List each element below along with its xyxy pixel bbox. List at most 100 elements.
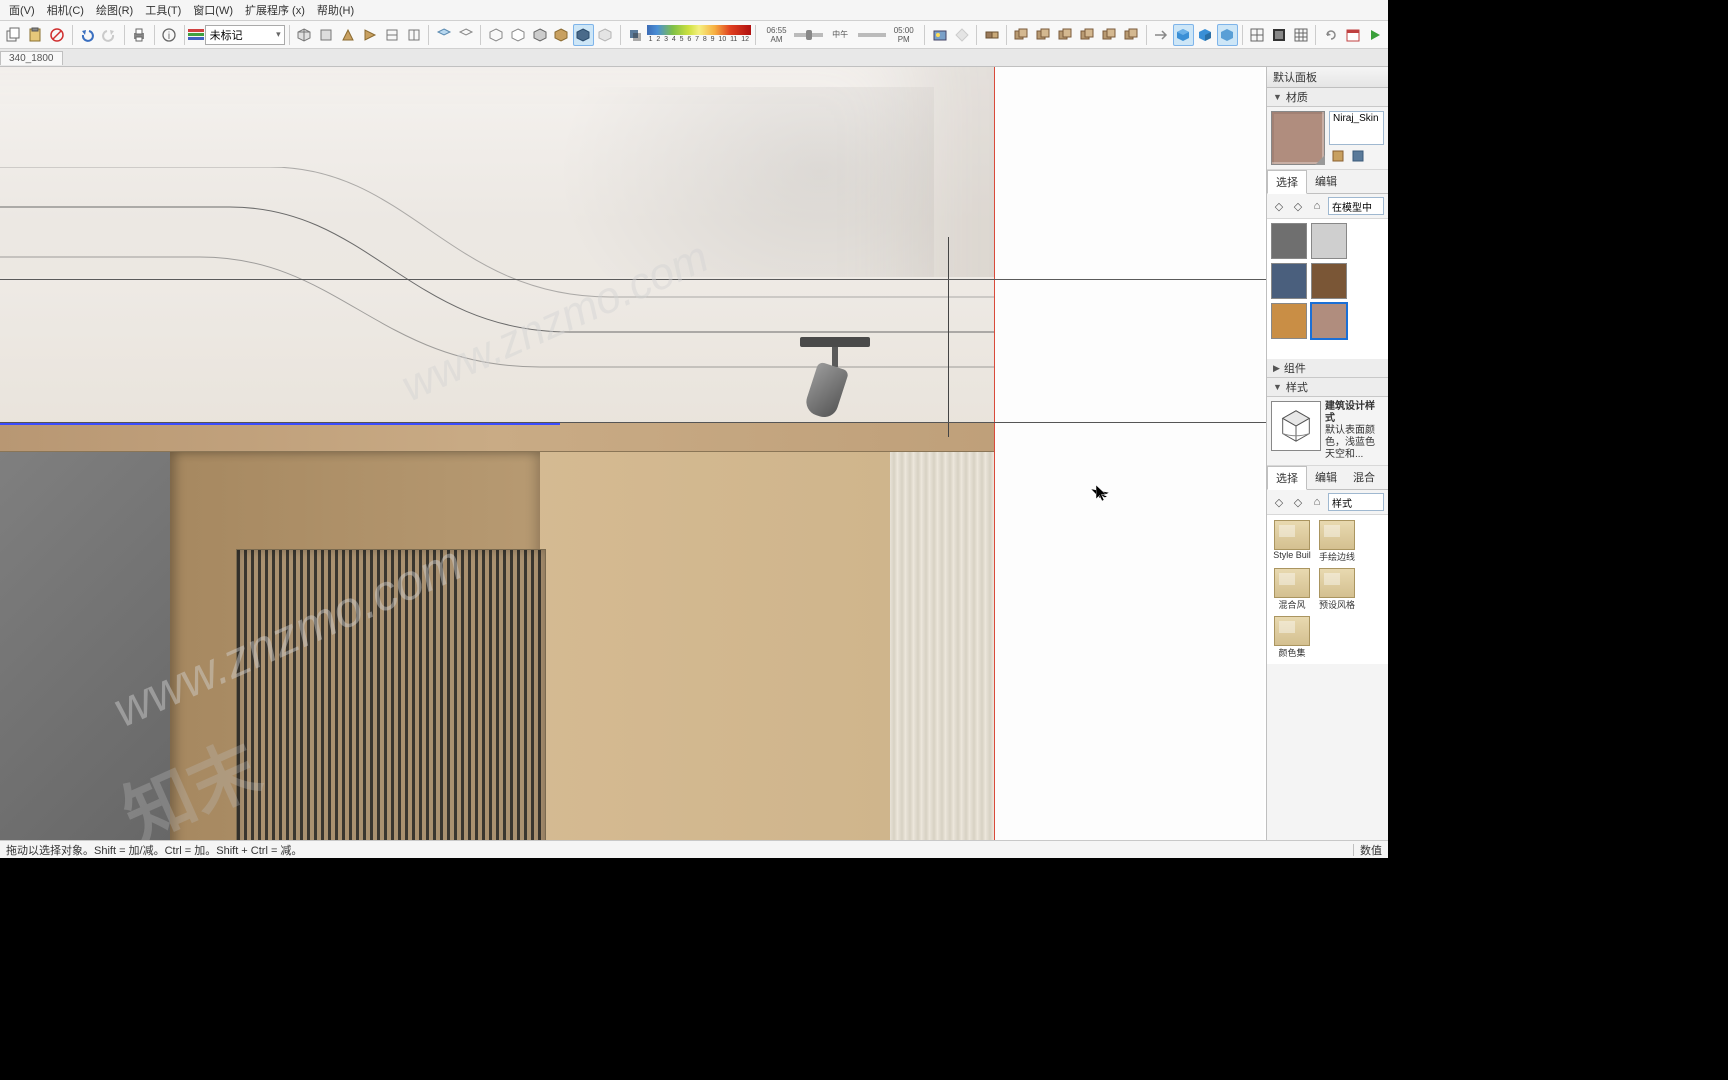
calendar-icon[interactable] — [1342, 24, 1363, 46]
layer-dropdown[interactable]: 未标记 — [205, 25, 285, 45]
group2-icon[interactable] — [1033, 24, 1054, 46]
scene-tabs: 340_1800 — [0, 49, 1388, 67]
style1-icon[interactable] — [433, 24, 454, 46]
top-icon[interactable] — [316, 24, 337, 46]
redo-icon[interactable] — [99, 24, 120, 46]
front-icon[interactable] — [338, 24, 359, 46]
left-icon[interactable] — [403, 24, 424, 46]
menu-extensions[interactable]: 扩展程序 (x) — [239, 0, 311, 20]
material-name-input[interactable]: Niraj_Skin — [1329, 111, 1384, 145]
measurement-label: 数值 — [1360, 842, 1382, 858]
material-swatch[interactable] — [1311, 223, 1347, 259]
grid2-icon[interactable] — [1268, 24, 1289, 46]
tray-title[interactable]: 默认面板 — [1267, 67, 1388, 88]
group1-icon[interactable] — [1011, 24, 1032, 46]
material-swatch[interactable] — [1271, 223, 1307, 259]
shaded-tex-icon[interactable] — [551, 24, 572, 46]
vray-cube3-icon[interactable] — [1217, 24, 1238, 46]
menu-draw[interactable]: 绘图(R) — [90, 0, 139, 20]
menu-window[interactable]: 窗口(W) — [187, 0, 239, 20]
materials-tab-select[interactable]: 选择 — [1267, 170, 1307, 194]
vray-cube2-icon[interactable] — [1195, 24, 1216, 46]
style2-icon[interactable] — [455, 24, 476, 46]
default-tray: 默认面板 ▼材质 Niraj_Skin 选择 编辑 ◇ ◇ ⌂ — [1266, 67, 1388, 840]
right-icon[interactable] — [359, 24, 380, 46]
grid1-icon[interactable] — [1246, 24, 1267, 46]
style-item[interactable]: Style Buil — [1272, 520, 1312, 563]
menu-help[interactable]: 帮助(H) — [311, 0, 360, 20]
print-icon[interactable] — [129, 24, 150, 46]
styles-tab-mix[interactable]: 混合 — [1345, 466, 1383, 489]
comp1-icon[interactable] — [981, 24, 1002, 46]
svg-text:i: i — [168, 31, 170, 42]
time-am-label: 06:55 AM — [760, 26, 793, 44]
app-window: 面(V) 相机(C) 绘图(R) 工具(T) 窗口(W) 扩展程序 (x) 帮助… — [0, 0, 1388, 858]
styles-header[interactable]: ▼样式 — [1267, 378, 1388, 397]
iso-icon[interactable] — [294, 24, 315, 46]
style-library-dropdown[interactable]: 样式 — [1328, 493, 1384, 511]
shaded-icon[interactable] — [529, 24, 550, 46]
group6-icon[interactable] — [1121, 24, 1142, 46]
shadow-time-slider[interactable]: 123456789101112 — [647, 25, 751, 45]
copy-icon[interactable] — [3, 24, 24, 46]
arrow-icon[interactable] — [1151, 24, 1172, 46]
refresh-icon[interactable] — [1320, 24, 1341, 46]
material-swatch[interactable] — [1311, 263, 1347, 299]
play-icon[interactable] — [1364, 24, 1385, 46]
red-axis — [994, 67, 995, 840]
style-item[interactable]: 预设风格 — [1317, 568, 1357, 611]
date-slider[interactable] — [858, 33, 886, 37]
components-header[interactable]: ▶组件 — [1267, 359, 1388, 378]
home-icon[interactable]: ⌂ — [1309, 494, 1325, 510]
info-icon[interactable]: i — [159, 24, 180, 46]
material-swatch[interactable] — [1271, 263, 1307, 299]
materials-tab-edit[interactable]: 编辑 — [1307, 170, 1345, 193]
nav-back-icon[interactable]: ◇ — [1271, 198, 1287, 214]
hidden-line-icon[interactable] — [507, 24, 528, 46]
viewport[interactable]: www.znzmo.com www.znzmo.com 知末 — [0, 67, 1266, 840]
vray-cube1-icon[interactable] — [1173, 24, 1194, 46]
group5-icon[interactable] — [1099, 24, 1120, 46]
menu-tools[interactable]: 工具(T) — [139, 0, 187, 20]
menu-view[interactable]: 面(V) — [3, 0, 41, 20]
monochrome-icon[interactable] — [573, 24, 594, 46]
materials-header[interactable]: ▼材质 — [1267, 88, 1388, 107]
material-preview[interactable] — [1271, 111, 1325, 165]
menu-camera[interactable]: 相机(C) — [41, 0, 90, 20]
nav-back-icon[interactable]: ◇ — [1271, 494, 1287, 510]
material-swatch-selected[interactable] — [1311, 303, 1347, 339]
status-hint: 拖动以选择对象。Shift = 加/减。Ctrl = 加。Shift + Ctr… — [6, 842, 302, 858]
material-swatch[interactable] — [1271, 303, 1307, 339]
cursor-icon — [1096, 485, 1108, 503]
paste-icon[interactable] — [25, 24, 46, 46]
scene-tab[interactable]: 340_1800 — [0, 51, 63, 65]
render2-icon[interactable] — [951, 24, 972, 46]
nav-fwd-icon[interactable]: ◇ — [1290, 198, 1306, 214]
styles-tab-edit[interactable]: 编辑 — [1307, 466, 1345, 489]
create-material-icon[interactable] — [1329, 147, 1347, 165]
undo-icon[interactable] — [77, 24, 98, 46]
shadow-icon[interactable] — [625, 24, 646, 46]
styles-tab-select[interactable]: 选择 — [1267, 466, 1307, 490]
nav-fwd-icon[interactable]: ◇ — [1290, 494, 1306, 510]
default-material-icon[interactable] — [1349, 147, 1367, 165]
style-item[interactable]: 手绘边线 — [1317, 520, 1357, 563]
style-grid: Style Buil 手绘边线 混合风 预设风格 颜色集 — [1267, 515, 1388, 664]
style-description: 建筑设计样式 默认表面颜色，浅蓝色天空和... — [1325, 401, 1384, 461]
xray-icon[interactable] — [595, 24, 616, 46]
wireframe-icon[interactable] — [485, 24, 506, 46]
style-item[interactable]: 混合风 — [1272, 568, 1312, 611]
material-swatches — [1267, 219, 1388, 359]
group3-icon[interactable] — [1055, 24, 1076, 46]
home-icon[interactable]: ⌂ — [1309, 198, 1325, 214]
time-slider[interactable] — [794, 33, 822, 37]
back-icon[interactable] — [381, 24, 402, 46]
cancel-icon[interactable] — [47, 24, 68, 46]
style-item[interactable]: 颜色集 — [1272, 616, 1312, 659]
status-bar: 拖动以选择对象。Shift = 加/减。Ctrl = 加。Shift + Ctr… — [0, 840, 1388, 858]
grid3-icon[interactable] — [1290, 24, 1311, 46]
style-preview[interactable] — [1271, 401, 1321, 451]
render1-icon[interactable] — [929, 24, 950, 46]
material-library-dropdown[interactable]: 在模型中 — [1328, 197, 1384, 215]
group4-icon[interactable] — [1077, 24, 1098, 46]
